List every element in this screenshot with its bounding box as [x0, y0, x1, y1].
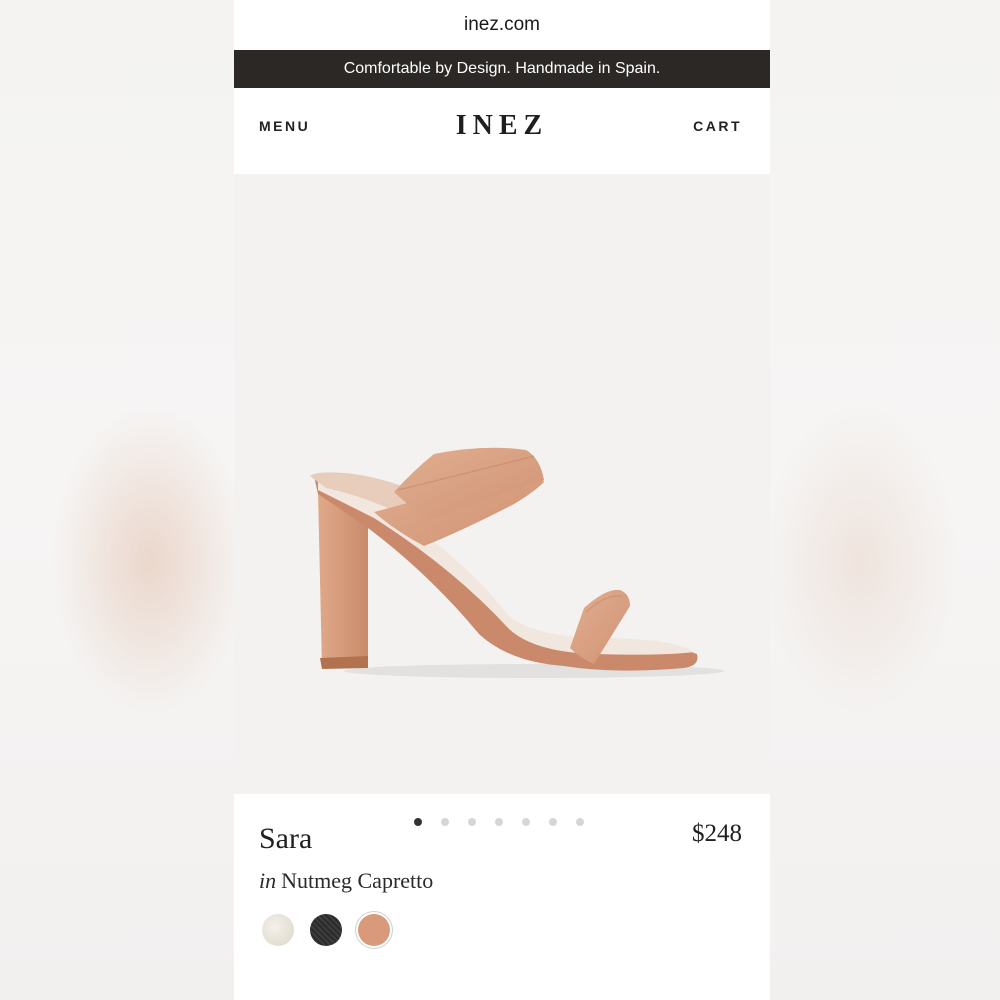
- color-swatches: [262, 914, 390, 946]
- swatch-cream[interactable]: [262, 914, 294, 946]
- carousel-dots[interactable]: [414, 818, 584, 826]
- variant-name: Nutmeg Capretto: [281, 868, 434, 893]
- product-variant: in Nutmeg Capretto: [259, 868, 433, 894]
- swatch-nutmeg[interactable]: [358, 914, 390, 946]
- url-text: inez.com: [463, 14, 541, 35]
- carousel-dot[interactable]: [468, 818, 476, 826]
- sandal-icon: [310, 447, 724, 678]
- brand-logo[interactable]: INEZ: [234, 110, 770, 142]
- carousel-dot[interactable]: [441, 818, 449, 826]
- product-image[interactable]: [234, 174, 770, 794]
- mobile-page: inez.com Comfortable by Design. Handmade…: [234, 0, 770, 1000]
- carousel-dot[interactable]: [495, 818, 503, 826]
- browser-url-bar[interactable]: inez.com: [234, 0, 770, 50]
- product-name: Sara: [259, 822, 313, 855]
- carousel-dot[interactable]: [576, 818, 584, 826]
- carousel-dot[interactable]: [522, 818, 530, 826]
- variant-prefix: in: [259, 868, 277, 893]
- cart-button[interactable]: CART: [693, 118, 742, 134]
- product-price: $248: [692, 820, 742, 847]
- product-info: Sara $248 in Nutmeg Capretto: [234, 794, 770, 1000]
- promo-banner: Comfortable by Design. Handmade in Spain…: [234, 50, 770, 88]
- carousel-dot[interactable]: [549, 818, 557, 826]
- promo-text: Comfortable by Design. Handmade in Spain…: [343, 60, 661, 77]
- carousel-dot[interactable]: [414, 818, 422, 826]
- swatch-black[interactable]: [310, 914, 342, 946]
- site-header: MENU INEZ CART: [234, 88, 770, 174]
